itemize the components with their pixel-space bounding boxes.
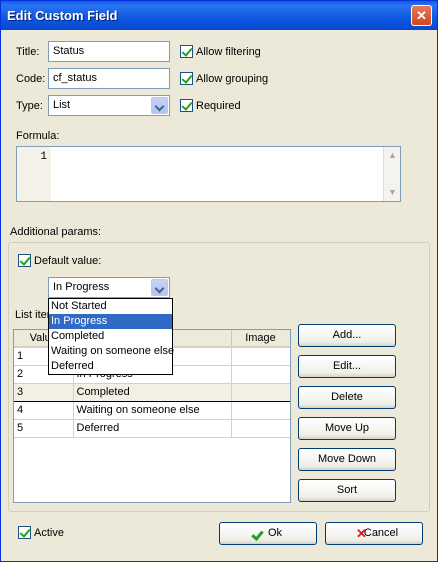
chevron-down-icon[interactable] [151, 97, 168, 114]
allow-filtering-checkbox[interactable] [180, 45, 193, 58]
column-header-image[interactable]: Image [231, 330, 290, 348]
formula-label: Formula: [16, 130, 60, 142]
line-number-gutter: 1 [17, 147, 51, 201]
code-label: Code: [16, 73, 46, 85]
close-button[interactable]: ✕ [411, 5, 432, 26]
row-image [231, 347, 290, 366]
required-label: Required [196, 100, 241, 112]
move-up-button[interactable]: Move Up [298, 417, 396, 440]
row-image [231, 419, 290, 438]
table-row[interactable]: 4 Waiting on someone else [14, 401, 290, 420]
row-value: 3 [14, 382, 74, 402]
row-value: 4 [14, 401, 74, 420]
dropdown-option[interactable]: Waiting on someone else [49, 344, 174, 359]
formula-scrollbar[interactable]: ▲ ▼ [383, 147, 400, 201]
ok-button[interactable]: Ok [219, 522, 317, 545]
dialog-title: Edit Custom Field [7, 8, 118, 23]
title-label: Title: [16, 46, 40, 58]
type-select-value: List [53, 99, 71, 111]
dropdown-option[interactable]: Deferred [49, 359, 172, 374]
cancel-x-icon: ✕ [356, 526, 367, 541]
type-label: Type: [16, 100, 43, 112]
required-checkbox[interactable] [180, 99, 193, 112]
ok-label: Ok [267, 527, 283, 539]
cancel-label: Cancel [363, 527, 399, 539]
chevron-down-icon[interactable] [151, 279, 168, 296]
scroll-up-icon[interactable]: ▲ [385, 148, 400, 163]
add-button[interactable]: Add... [298, 324, 396, 347]
table-row-selected[interactable]: 3 Completed [14, 382, 290, 402]
cancel-button[interactable]: ✕ Cancel [325, 522, 423, 545]
table-row[interactable]: 5 Deferred [14, 419, 290, 438]
row-text: Deferred [73, 419, 232, 438]
active-label: Active [34, 527, 64, 539]
row-value: 5 [14, 419, 74, 438]
allow-filtering-label: Allow filtering [196, 46, 261, 58]
dropdown-option[interactable]: Not Started [49, 299, 172, 314]
delete-button[interactable]: Delete [298, 386, 396, 409]
code-input[interactable]: cf_status [48, 68, 170, 89]
default-value-checkbox[interactable] [18, 254, 31, 267]
dropdown-option-highlighted[interactable]: In Progress [49, 314, 172, 329]
sort-button[interactable]: Sort [298, 479, 396, 502]
title-bar[interactable]: Edit Custom Field ✕ [1, 1, 437, 30]
formula-editor[interactable]: 1 ▲ ▼ [16, 146, 401, 202]
allow-grouping-label: Allow grouping [196, 73, 269, 85]
default-value-label: Default value: [34, 255, 102, 267]
scroll-down-icon[interactable]: ▼ [385, 185, 400, 200]
type-select[interactable]: List [48, 95, 170, 116]
move-down-button[interactable]: Move Down [298, 448, 396, 471]
active-checkbox[interactable] [18, 526, 31, 539]
dropdown-option[interactable]: Completed [49, 329, 172, 344]
additional-params-label: Additional params: [10, 226, 102, 238]
row-image [231, 365, 290, 384]
default-value-select[interactable]: In Progress [48, 277, 170, 298]
default-value-dropdown-list[interactable]: Not Started In Progress Completed Waitin… [48, 298, 174, 375]
title-input[interactable]: Status [48, 41, 170, 62]
row-text: Waiting on someone else [73, 401, 232, 420]
row-image [231, 382, 290, 402]
edit-button[interactable]: Edit... [298, 355, 396, 378]
row-text: Completed [73, 382, 232, 402]
line-number: 1 [40, 151, 47, 163]
row-image [231, 401, 290, 420]
allow-grouping-checkbox[interactable] [180, 72, 193, 85]
edit-custom-field-dialog: Edit Custom Field ✕ Title: Status Code: … [0, 0, 438, 562]
default-value-selected: In Progress [53, 281, 110, 293]
close-icon: ✕ [416, 8, 427, 23]
